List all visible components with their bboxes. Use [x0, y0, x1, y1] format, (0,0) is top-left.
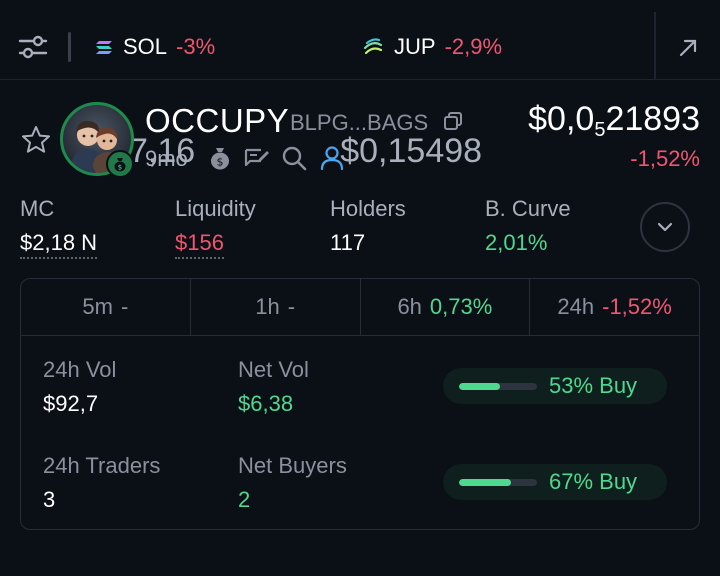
ticker-bar: SOL $87,16 -3% JUP $0,15498 -2,9% [0, 0, 720, 170]
svg-text:$: $ [217, 156, 224, 169]
buy-ratio-fill [459, 382, 501, 390]
metric-label: Net Buyers [238, 453, 347, 478]
stat-value: 2,01% [485, 230, 548, 255]
stat-value: 117 [330, 230, 366, 255]
money-bag-icon: $ [114, 158, 126, 172]
tab-change: 0,73% [429, 294, 493, 319]
price-prefix: $0,0 [528, 100, 595, 138]
money-bag-badge: $ [106, 150, 134, 178]
trading-stats-panel: 5m - 1h - 6h 0,73% 24h -1,52% 24h Vol $9… [20, 278, 700, 530]
tab-change: - [120, 294, 129, 319]
expand-stats-button[interactable] [640, 202, 690, 252]
metric-label: 24h Traders [43, 453, 161, 478]
buy-ratio-label: 67% Buy [549, 469, 638, 494]
metric-24h-traders: 24h Traders 3 [43, 453, 160, 513]
ticker-item-jup[interactable]: JUP $0,15498 -2,9% [340, 32, 503, 170]
stat-value[interactable]: $2,18 N [20, 230, 98, 259]
metric-net-vol: Net Vol $6,38 [238, 357, 309, 417]
stat-value[interactable]: $156 [175, 230, 224, 259]
tab-1h[interactable]: 1h - [191, 279, 361, 335]
ticker-right-divider [654, 12, 656, 80]
buy-ratio-fill [459, 478, 512, 486]
token-age: 9mo [145, 146, 188, 171]
ticker-divider [68, 32, 71, 62]
tab-label: 6h [397, 294, 422, 319]
token-price: $0,0521893 [528, 100, 700, 142]
ticker-item-sol[interactable]: SOL $87,16 -3% [91, 32, 216, 170]
tab-24h[interactable]: 24h -1,52% [530, 279, 699, 335]
price-digits: 21893 [605, 100, 700, 138]
stat-holders: Holders 117 [330, 196, 406, 256]
tab-label: 5m [82, 294, 113, 319]
buy-ratio-traders: 67% Buy [443, 464, 667, 500]
solana-icon [96, 41, 112, 54]
money-bag-icon[interactable]: $ [206, 144, 234, 172]
tab-label: 1h [255, 294, 280, 319]
metric-value: 2 [238, 487, 251, 512]
ticker-symbol: JUP [394, 34, 436, 59]
buy-ratio-bar [459, 382, 537, 390]
user-icon[interactable] [318, 144, 346, 172]
stat-liquidity: Liquidity $156 [175, 196, 256, 259]
tab-label: 24h [557, 294, 595, 319]
stat-label: MC [20, 196, 55, 221]
ticker-change: -3% [176, 34, 216, 59]
filter-sliders-icon[interactable] [18, 34, 48, 60]
buy-ratio-bar [459, 478, 537, 486]
stat-market-cap: MC $2,18 N [20, 196, 98, 259]
metric-label: Net Vol [238, 357, 309, 382]
price-zero-count: 5 [594, 119, 606, 141]
buy-ratio-label: 53% Buy [549, 373, 638, 398]
token-name: OCCUPY [145, 102, 290, 139]
jupiter-icon [363, 38, 383, 55]
tab-change: -1,52% [602, 294, 672, 319]
svg-text:$: $ [118, 164, 122, 172]
timeframe-tabs: 5m - 1h - 6h 0,73% 24h -1,52% [21, 279, 699, 336]
stat-label: B. Curve [485, 196, 571, 221]
stat-label: Holders [330, 196, 406, 221]
metric-24h-vol: 24h Vol $92,7 [43, 357, 116, 417]
metric-value: 3 [43, 487, 56, 512]
metric-net-buyers: Net Buyers 2 [238, 453, 347, 513]
ticker-change: -2,9% [444, 34, 503, 59]
metric-value: $92,7 [43, 391, 99, 416]
metric-label: 24h Vol [43, 357, 117, 382]
chat-edit-icon[interactable] [242, 144, 270, 172]
tab-5m[interactable]: 5m - [21, 279, 191, 335]
ticker-symbol: SOL [123, 34, 168, 59]
tab-change: - [287, 294, 296, 319]
buy-ratio-volume: 53% Buy [443, 368, 667, 404]
chevron-down-icon [657, 222, 673, 232]
token-address[interactable]: BLPG...BAGS [290, 110, 428, 136]
ticker-price: $0,15498 [340, 132, 483, 170]
copy-icon[interactable] [442, 110, 464, 132]
stat-bonding-curve: B. Curve 2,01% [485, 196, 571, 256]
star-icon[interactable] [20, 124, 52, 156]
metric-value: $6,38 [238, 391, 294, 416]
search-icon[interactable] [280, 144, 308, 172]
arrow-up-right-icon[interactable] [676, 36, 700, 60]
price-change: -1,52% [630, 146, 700, 171]
tab-6h[interactable]: 6h 0,73% [361, 279, 531, 335]
stat-label: Liquidity [175, 196, 256, 221]
